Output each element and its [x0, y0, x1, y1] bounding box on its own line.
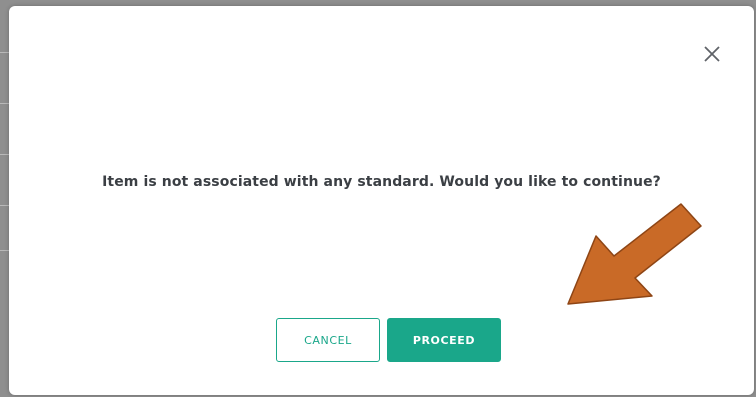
dialog-message: Item is not associated with any standard… — [102, 174, 661, 190]
arrow-icon — [567, 203, 702, 305]
close-icon — [704, 46, 720, 62]
cancel-button[interactable]: CANCEL — [276, 318, 380, 362]
close-button[interactable] — [698, 40, 726, 68]
proceed-button[interactable]: PROCEED — [387, 318, 501, 362]
